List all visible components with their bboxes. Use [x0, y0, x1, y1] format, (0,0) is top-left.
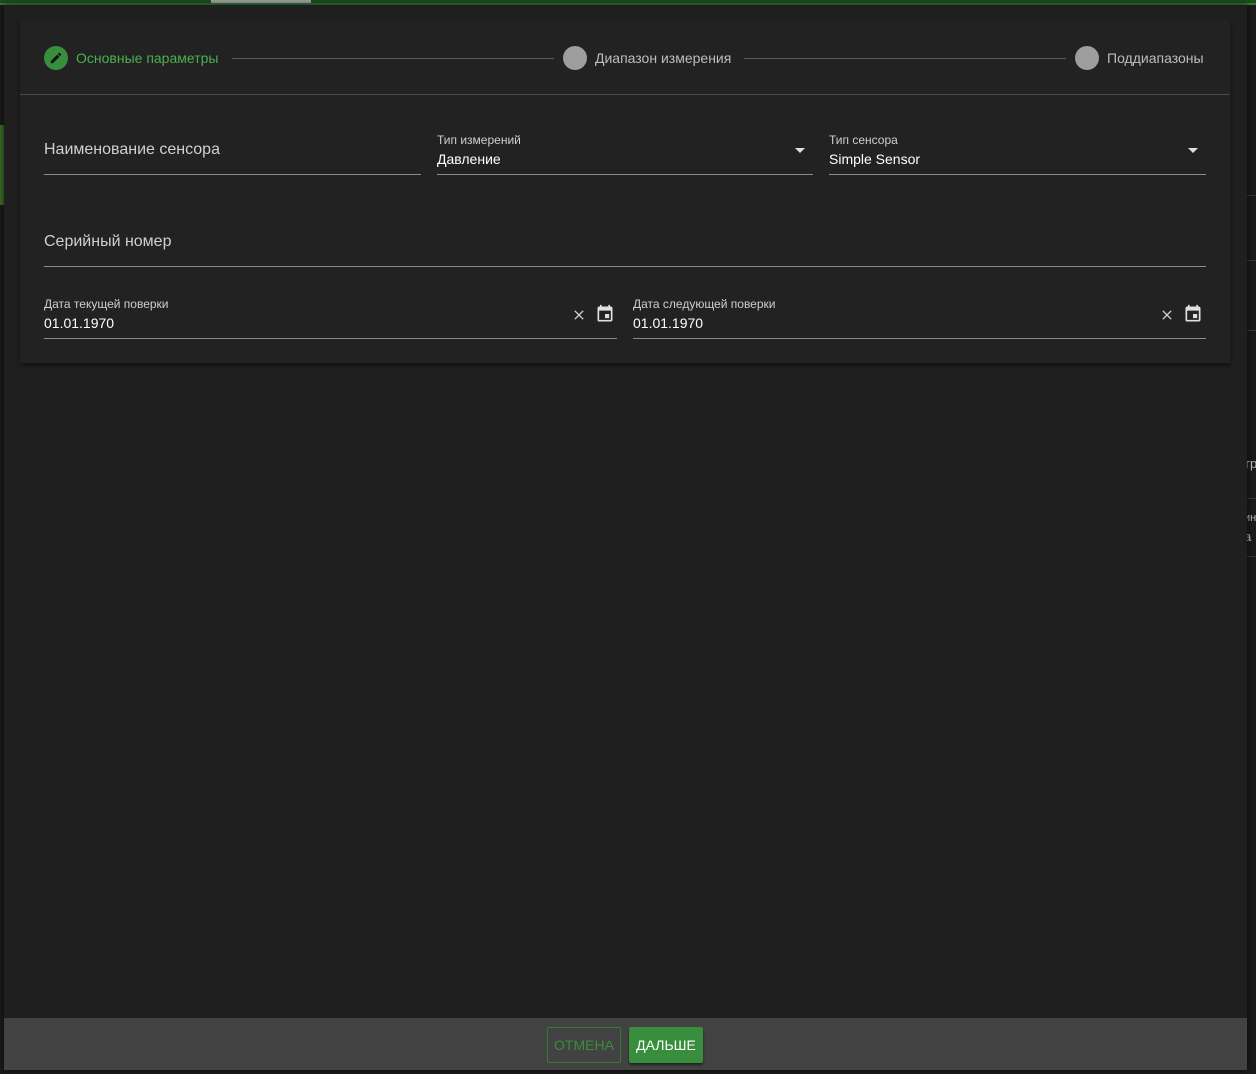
app-tab-indicator [211, 0, 311, 3]
serial-number-placeholder: Серийный номер [44, 233, 172, 250]
next-check-date-field[interactable]: Дата следующей поверки 01.01.1970 [633, 297, 1206, 339]
current-check-date-value: 01.01.1970 [44, 315, 115, 331]
stepper-card: Основные параметры Диапазон измерения По… [20, 21, 1230, 363]
sensor-name-field[interactable]: Наименование сенсора [44, 133, 421, 175]
dialog-footer: Отмена Дальше [4, 1018, 1247, 1070]
measurement-type-value: Давление [437, 151, 501, 167]
step-label: Диапазон измерения [595, 50, 732, 66]
step-connector [232, 58, 554, 59]
cancel-button[interactable]: Отмена [547, 1027, 621, 1063]
step-indicator-inactive [1075, 46, 1099, 70]
step-indicator-inactive [563, 46, 587, 70]
step-label: Основные параметры [76, 50, 219, 66]
sensor-name-placeholder: Наименование сенсора [44, 141, 220, 158]
pencil-icon [50, 52, 62, 64]
measurement-type-label: Тип измерений [437, 133, 521, 147]
sensor-type-select[interactable]: Тип сенсора Simple Sensor [829, 133, 1206, 175]
next-check-date-value: 01.01.1970 [633, 315, 704, 331]
next-button[interactable]: Дальше [629, 1027, 703, 1063]
step-indicator-active [44, 46, 68, 70]
step-measurement-range[interactable]: Диапазон измерения [563, 46, 731, 70]
serial-number-field[interactable]: Серийный номер [44, 225, 1206, 267]
step-connector [744, 58, 1066, 59]
step-label: Поддиапазоны [1107, 50, 1204, 66]
sensor-type-label: Тип сенсора [829, 133, 898, 147]
step-basic-params[interactable]: Основные параметры [44, 46, 218, 70]
calendar-icon[interactable] [594, 303, 616, 325]
stepper-header: Основные параметры Диапазон измерения По… [20, 21, 1230, 95]
sensor-type-value: Simple Sensor [829, 151, 921, 167]
chevron-down-icon [795, 148, 805, 153]
clear-icon[interactable] [1156, 304, 1178, 326]
current-check-date-label: Дата текущей поверки [44, 297, 169, 311]
clear-icon[interactable] [568, 304, 590, 326]
add-sensor-dialog: Основные параметры Диапазон измерения По… [4, 5, 1247, 1070]
next-check-date-label: Дата следующей поверки [633, 297, 776, 311]
chevron-down-icon [1188, 148, 1198, 153]
measurement-type-select[interactable]: Тип измерений Давление [437, 133, 813, 175]
calendar-icon[interactable] [1182, 303, 1204, 325]
step-subranges[interactable]: Поддиапазоны [1075, 46, 1204, 70]
current-check-date-field[interactable]: Дата текущей поверки 01.01.1970 [44, 297, 617, 339]
